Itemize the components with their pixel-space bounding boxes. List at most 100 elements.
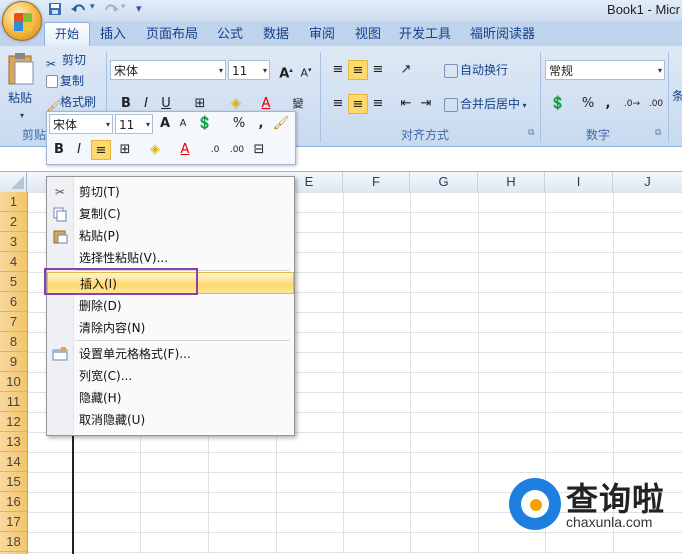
- comma-button[interactable]: ,: [598, 94, 618, 114]
- tab-page-layout[interactable]: 页面布局: [142, 24, 202, 46]
- mini-fill-color-icon[interactable]: ◈: [145, 140, 165, 160]
- paste-button[interactable]: 粘贴: [8, 88, 32, 108]
- wrap-text-button[interactable]: 自动换行: [444, 60, 508, 80]
- tab-home[interactable]: 开始: [44, 22, 90, 47]
- menu-item-copy[interactable]: 复制(C): [47, 203, 294, 225]
- row-header[interactable]: 6: [0, 292, 27, 312]
- row-header[interactable]: 9: [0, 352, 27, 372]
- merge-center-button[interactable]: 合并后居中 ▾: [444, 94, 527, 114]
- tab-insert[interactable]: 插入: [96, 24, 130, 46]
- percent-button[interactable]: %: [578, 94, 598, 114]
- align-middle-icon[interactable]: ≡: [348, 60, 368, 80]
- column-header-h[interactable]: H: [478, 172, 545, 192]
- redo-dropdown-icon[interactable]: ▾: [121, 2, 126, 18]
- mini-currency-icon[interactable]: 💲: [195, 114, 215, 134]
- tab-data[interactable]: 数据: [259, 24, 293, 46]
- align-bottom-icon[interactable]: ≡: [368, 60, 388, 80]
- format-painter-icon: 🖌: [46, 98, 62, 113]
- cut-button[interactable]: ✂ 剪切: [46, 50, 86, 71]
- row-header[interactable]: 14: [0, 452, 27, 472]
- increase-indent-icon[interactable]: ⇥: [416, 94, 436, 114]
- office-button[interactable]: [2, 1, 42, 41]
- column-header-i[interactable]: I: [545, 172, 613, 192]
- menu-item-paste-special[interactable]: 选择性粘贴(V)...: [47, 247, 294, 269]
- font-name-select[interactable]: 宋体 ▾: [110, 60, 226, 80]
- redo-icon[interactable]: [102, 2, 120, 18]
- row-header[interactable]: 5: [0, 272, 27, 292]
- dialog-launcher-icon[interactable]: ⧉: [528, 128, 534, 138]
- mini-center-icon[interactable]: ≡: [91, 140, 111, 160]
- decrease-indent-icon[interactable]: ⇤: [396, 94, 416, 114]
- row-header[interactable]: 17: [0, 512, 27, 532]
- copy-button[interactable]: 复制: [46, 71, 84, 91]
- number-format-select[interactable]: 常规 ▾: [545, 60, 665, 80]
- menu-item-paste[interactable]: 粘贴(P): [47, 225, 294, 247]
- mini-size-select[interactable]: 11 ▾: [115, 114, 153, 134]
- menu-item-unhide[interactable]: 取消隐藏(U): [47, 409, 294, 431]
- align-right-icon[interactable]: ≡: [368, 94, 388, 114]
- row-header[interactable]: 12: [0, 412, 27, 432]
- increase-decimal-icon[interactable]: .0→: [622, 94, 642, 114]
- menu-item-clear-contents[interactable]: 清除内容(N): [47, 317, 294, 339]
- mini-font-select[interactable]: 宋体 ▾: [49, 114, 113, 134]
- tab-developer[interactable]: 开发工具: [395, 24, 455, 46]
- tab-formulas[interactable]: 公式: [213, 24, 247, 46]
- row-header[interactable]: 1: [0, 192, 27, 212]
- align-top-icon[interactable]: ≡: [328, 60, 348, 80]
- font-size-select[interactable]: 11 ▾: [228, 60, 270, 80]
- customize-toolbar-icon[interactable]: ▾: [136, 2, 142, 18]
- mini-comma-button[interactable]: ,: [251, 114, 271, 134]
- shrink-font-button[interactable]: A▾: [296, 60, 316, 80]
- undo-dropdown-icon[interactable]: ▾: [90, 2, 95, 18]
- mini-merge-icon[interactable]: ⊟: [249, 140, 269, 160]
- row-header[interactable]: 3: [0, 232, 27, 252]
- decrease-decimal-icon[interactable]: .00: [646, 94, 666, 114]
- menu-item-format-cells[interactable]: 设置单元格格式(F)...: [47, 343, 294, 365]
- orientation-icon[interactable]: ↗: [396, 60, 416, 80]
- menu-item-column-width[interactable]: 列宽(C)...: [47, 365, 294, 387]
- conditional-format-partial[interactable]: 条: [672, 86, 682, 106]
- menu-item-hide[interactable]: 隐藏(H): [47, 387, 294, 409]
- dialog-launcher-icon[interactable]: ⧉: [655, 128, 661, 138]
- mini-format-painter-icon[interactable]: 🖌: [271, 114, 291, 134]
- tab-foxit-reader[interactable]: 福昕阅读器: [466, 24, 539, 46]
- format-painter-button[interactable]: 🖌格式刷: [46, 92, 96, 113]
- mini-border-icon[interactable]: ⊞: [115, 140, 135, 160]
- select-all-corner[interactable]: [0, 172, 27, 192]
- mini-bold-button[interactable]: B: [49, 140, 69, 160]
- menu-item-cut[interactable]: ✂ 剪切(T): [47, 181, 294, 203]
- mini-grow-font-button[interactable]: A: [155, 114, 175, 134]
- row-header[interactable]: 16: [0, 492, 27, 512]
- row-header[interactable]: 18: [0, 532, 27, 552]
- save-icon[interactable]: [48, 2, 62, 18]
- align-left-icon[interactable]: ≡: [328, 94, 348, 114]
- mini-shrink-font-button[interactable]: A: [173, 114, 193, 134]
- row-header[interactable]: 15: [0, 472, 27, 492]
- paste-icon: [52, 228, 68, 244]
- tab-view[interactable]: 视图: [351, 24, 385, 46]
- mini-decrease-decimal-icon[interactable]: .00: [227, 140, 247, 160]
- row-header[interactable]: 13: [0, 432, 27, 452]
- menu-item-delete[interactable]: 删除(D): [47, 295, 294, 317]
- mini-increase-decimal-icon[interactable]: .0: [205, 140, 225, 160]
- row-header[interactable]: 11: [0, 392, 27, 412]
- align-center-icon[interactable]: ≡: [348, 94, 368, 114]
- row-header[interactable]: 10: [0, 372, 27, 392]
- tab-review[interactable]: 审阅: [305, 24, 339, 46]
- grow-font-button[interactable]: A▴: [276, 60, 296, 81]
- column-header-f[interactable]: F: [343, 172, 410, 192]
- mini-percent-button[interactable]: %: [229, 114, 249, 134]
- column-gridline: [410, 192, 411, 554]
- paste-icon[interactable]: [6, 50, 36, 86]
- row-header[interactable]: 8: [0, 332, 27, 352]
- paste-dropdown-icon[interactable]: ▾: [20, 106, 24, 126]
- currency-icon[interactable]: 💲: [548, 94, 568, 114]
- column-header-g[interactable]: G: [410, 172, 478, 192]
- mini-italic-button[interactable]: I: [69, 140, 89, 160]
- row-header[interactable]: 7: [0, 312, 27, 332]
- row-header[interactable]: 4: [0, 252, 27, 272]
- undo-icon[interactable]: [70, 2, 88, 18]
- row-header[interactable]: 2: [0, 212, 27, 232]
- column-header-j[interactable]: J: [613, 172, 682, 192]
- mini-font-color-icon[interactable]: A: [175, 140, 195, 160]
